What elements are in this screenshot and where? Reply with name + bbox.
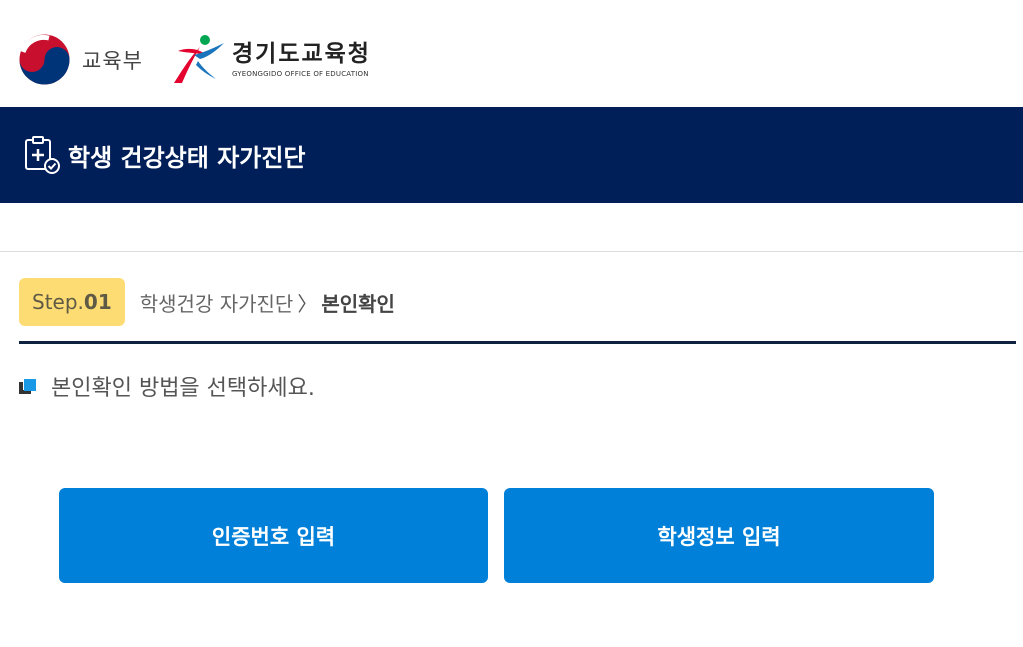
page-title: 학생 건강상태 자가진단 — [68, 143, 306, 172]
goe-name: 경기도교육청 — [232, 40, 371, 67]
breadcrumb-current: 본인확인 — [321, 291, 395, 316]
instruction-text: 본인확인 방법을 선택하세요. — [51, 376, 315, 401]
moe-logo[interactable]: 교육부 — [19, 34, 143, 85]
logo-bar: 교육부 경기도교육청 GYEONGGIDO OFFICE OF EDUCATIO… — [0, 0, 1023, 107]
breadcrumb-separator: 〉 — [297, 291, 318, 316]
section-divider — [0, 251, 1023, 252]
step-header: Step. 01 학생건강 자가진단 〉 본인확인 — [19, 278, 1015, 342]
health-checklist-icon — [25, 136, 60, 174]
step-underline — [19, 341, 1016, 344]
gyeonggi-emblem-icon — [174, 35, 224, 83]
title-bar: 학생 건강상태 자가진단 — [0, 107, 1023, 203]
step-number: 01 — [83, 290, 112, 314]
step-badge: Step. 01 — [19, 278, 125, 326]
goe-english-name: GYEONGGIDO OFFICE OF EDUCATION — [232, 69, 369, 78]
certificate-number-button[interactable]: 인증번호 입력 — [59, 488, 488, 583]
step-prefix: Step. — [32, 290, 84, 314]
taegeuk-icon — [19, 34, 70, 85]
moe-name: 교육부 — [82, 48, 143, 73]
instruction: 본인확인 방법을 선택하세요. — [19, 370, 315, 402]
breadcrumb: 학생건강 자가진단 〉 본인확인 — [140, 278, 395, 326]
goe-logo[interactable]: 경기도교육청 GYEONGGIDO OFFICE OF EDUCATION — [172, 33, 371, 85]
student-info-button[interactable]: 학생정보 입력 — [504, 488, 934, 583]
breadcrumb-parent: 학생건강 자가진단 — [139, 291, 294, 316]
square-bullet-icon — [19, 374, 37, 398]
